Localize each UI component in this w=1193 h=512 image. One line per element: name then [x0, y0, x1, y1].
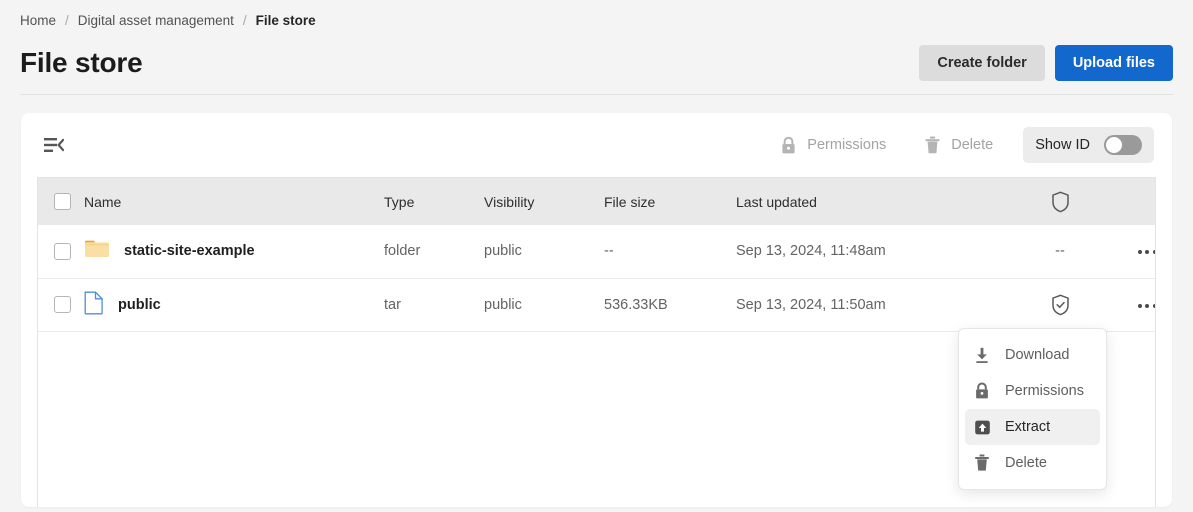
select-all-header — [38, 178, 84, 225]
row-checkbox[interactable] — [54, 296, 71, 313]
file-name[interactable]: public — [118, 297, 161, 313]
file-name[interactable]: static-site-example — [124, 243, 255, 259]
row-type: folder — [384, 243, 421, 260]
row-shield-status: -- — [1055, 243, 1065, 260]
trash-icon — [973, 454, 991, 472]
row-last-updated: Sep 13, 2024, 11:48am — [736, 243, 886, 260]
delete-action[interactable]: Delete — [912, 130, 1005, 161]
permissions-action[interactable]: Permissions — [768, 130, 898, 161]
file-icon — [84, 291, 104, 319]
overflow-menu-icon[interactable] — [1132, 298, 1155, 314]
column-header-file-size[interactable]: File size — [604, 178, 736, 225]
row-select-cell — [38, 225, 84, 278]
row-select-cell — [38, 278, 84, 331]
menu-item-label: Extract — [1005, 419, 1051, 435]
lock-icon — [780, 136, 797, 155]
row-actions-cell — [1112, 225, 1155, 278]
permissions-label: Permissions — [807, 137, 887, 153]
breadcrumb-item-digital-asset-management[interactable]: Digital asset management — [78, 13, 234, 28]
menu-item-extract[interactable]: Extract — [965, 409, 1100, 445]
delete-label: Delete — [951, 137, 994, 153]
show-id-label: Show ID — [1035, 137, 1090, 153]
menu-item-label: Download — [1005, 347, 1070, 363]
breadcrumb-separator: / — [65, 12, 69, 28]
file-store-card: Permissions Delete Show ID Name Type Vis… — [21, 113, 1172, 507]
breadcrumb-separator: / — [242, 12, 247, 28]
page-header: File store Create folder Upload files — [0, 32, 1193, 94]
row-visibility: public — [484, 243, 522, 260]
table-header-row: Name Type Visibility File size Last upda… — [38, 178, 1155, 225]
breadcrumb-item-file-store: File store — [255, 12, 316, 28]
row-actions-cell — [1112, 278, 1155, 331]
collapse-panel-icon[interactable] — [37, 128, 71, 162]
column-header-last-updated[interactable]: Last updated — [736, 178, 1008, 225]
row-type: tar — [384, 296, 401, 313]
menu-item-download[interactable]: Download — [965, 337, 1100, 373]
row-visibility: public — [484, 296, 522, 313]
row-last-updated: Sep 13, 2024, 11:50am — [736, 296, 886, 313]
row-checkbox[interactable] — [54, 242, 71, 260]
breadcrumb-item-home[interactable]: Home — [20, 13, 56, 28]
menu-item-label: Delete — [1005, 455, 1047, 471]
column-header-actions — [1112, 178, 1155, 225]
row-context-menu: Download Permissions Extract Delete — [958, 328, 1107, 490]
extract-icon — [973, 419, 991, 436]
lock-icon — [973, 382, 991, 400]
create-folder-button[interactable]: Create folder — [919, 45, 1045, 81]
table-toolbar: Permissions Delete Show ID — [21, 113, 1172, 177]
column-header-name[interactable]: Name — [84, 178, 384, 225]
row-shield-status — [1008, 278, 1112, 331]
page-title: File store — [20, 47, 143, 78]
upload-files-button[interactable]: Upload files — [1054, 45, 1173, 81]
show-id-toggle[interactable] — [1104, 135, 1142, 155]
shield-check-icon — [1008, 293, 1112, 316]
select-all-checkbox[interactable] — [54, 193, 71, 211]
folder-icon — [84, 239, 110, 264]
trash-icon — [924, 136, 941, 155]
column-header-type[interactable]: Type — [384, 178, 484, 225]
row-name-cell: static-site-example — [84, 225, 384, 278]
menu-item-label: Permissions — [1005, 383, 1084, 399]
column-header-visibility[interactable]: Visibility — [484, 178, 604, 225]
row-file-size: -- — [604, 243, 614, 260]
row-file-size: 536.33KB — [604, 296, 668, 313]
toolbar-right-actions: Permissions Delete Show ID — [768, 127, 1154, 163]
column-header-shield — [1008, 178, 1112, 225]
shield-icon — [1008, 190, 1112, 213]
menu-item-permissions[interactable]: Permissions — [965, 373, 1100, 409]
overflow-menu-icon[interactable] — [1132, 244, 1155, 260]
table-row[interactable]: public tar public 536.33KB Sep 13, 2024,… — [38, 278, 1155, 331]
table-row[interactable]: static-site-example folder public -- Sep… — [38, 225, 1155, 278]
row-name-cell: public — [84, 278, 384, 331]
breadcrumb: Home / Digital asset management / File s… — [0, 0, 1193, 32]
show-id-control[interactable]: Show ID — [1023, 127, 1154, 163]
toggle-knob — [1106, 137, 1122, 153]
header-divider — [20, 94, 1173, 95]
download-icon — [973, 347, 991, 364]
header-actions: Create folder Upload files — [919, 45, 1173, 81]
menu-item-delete[interactable]: Delete — [965, 445, 1100, 481]
